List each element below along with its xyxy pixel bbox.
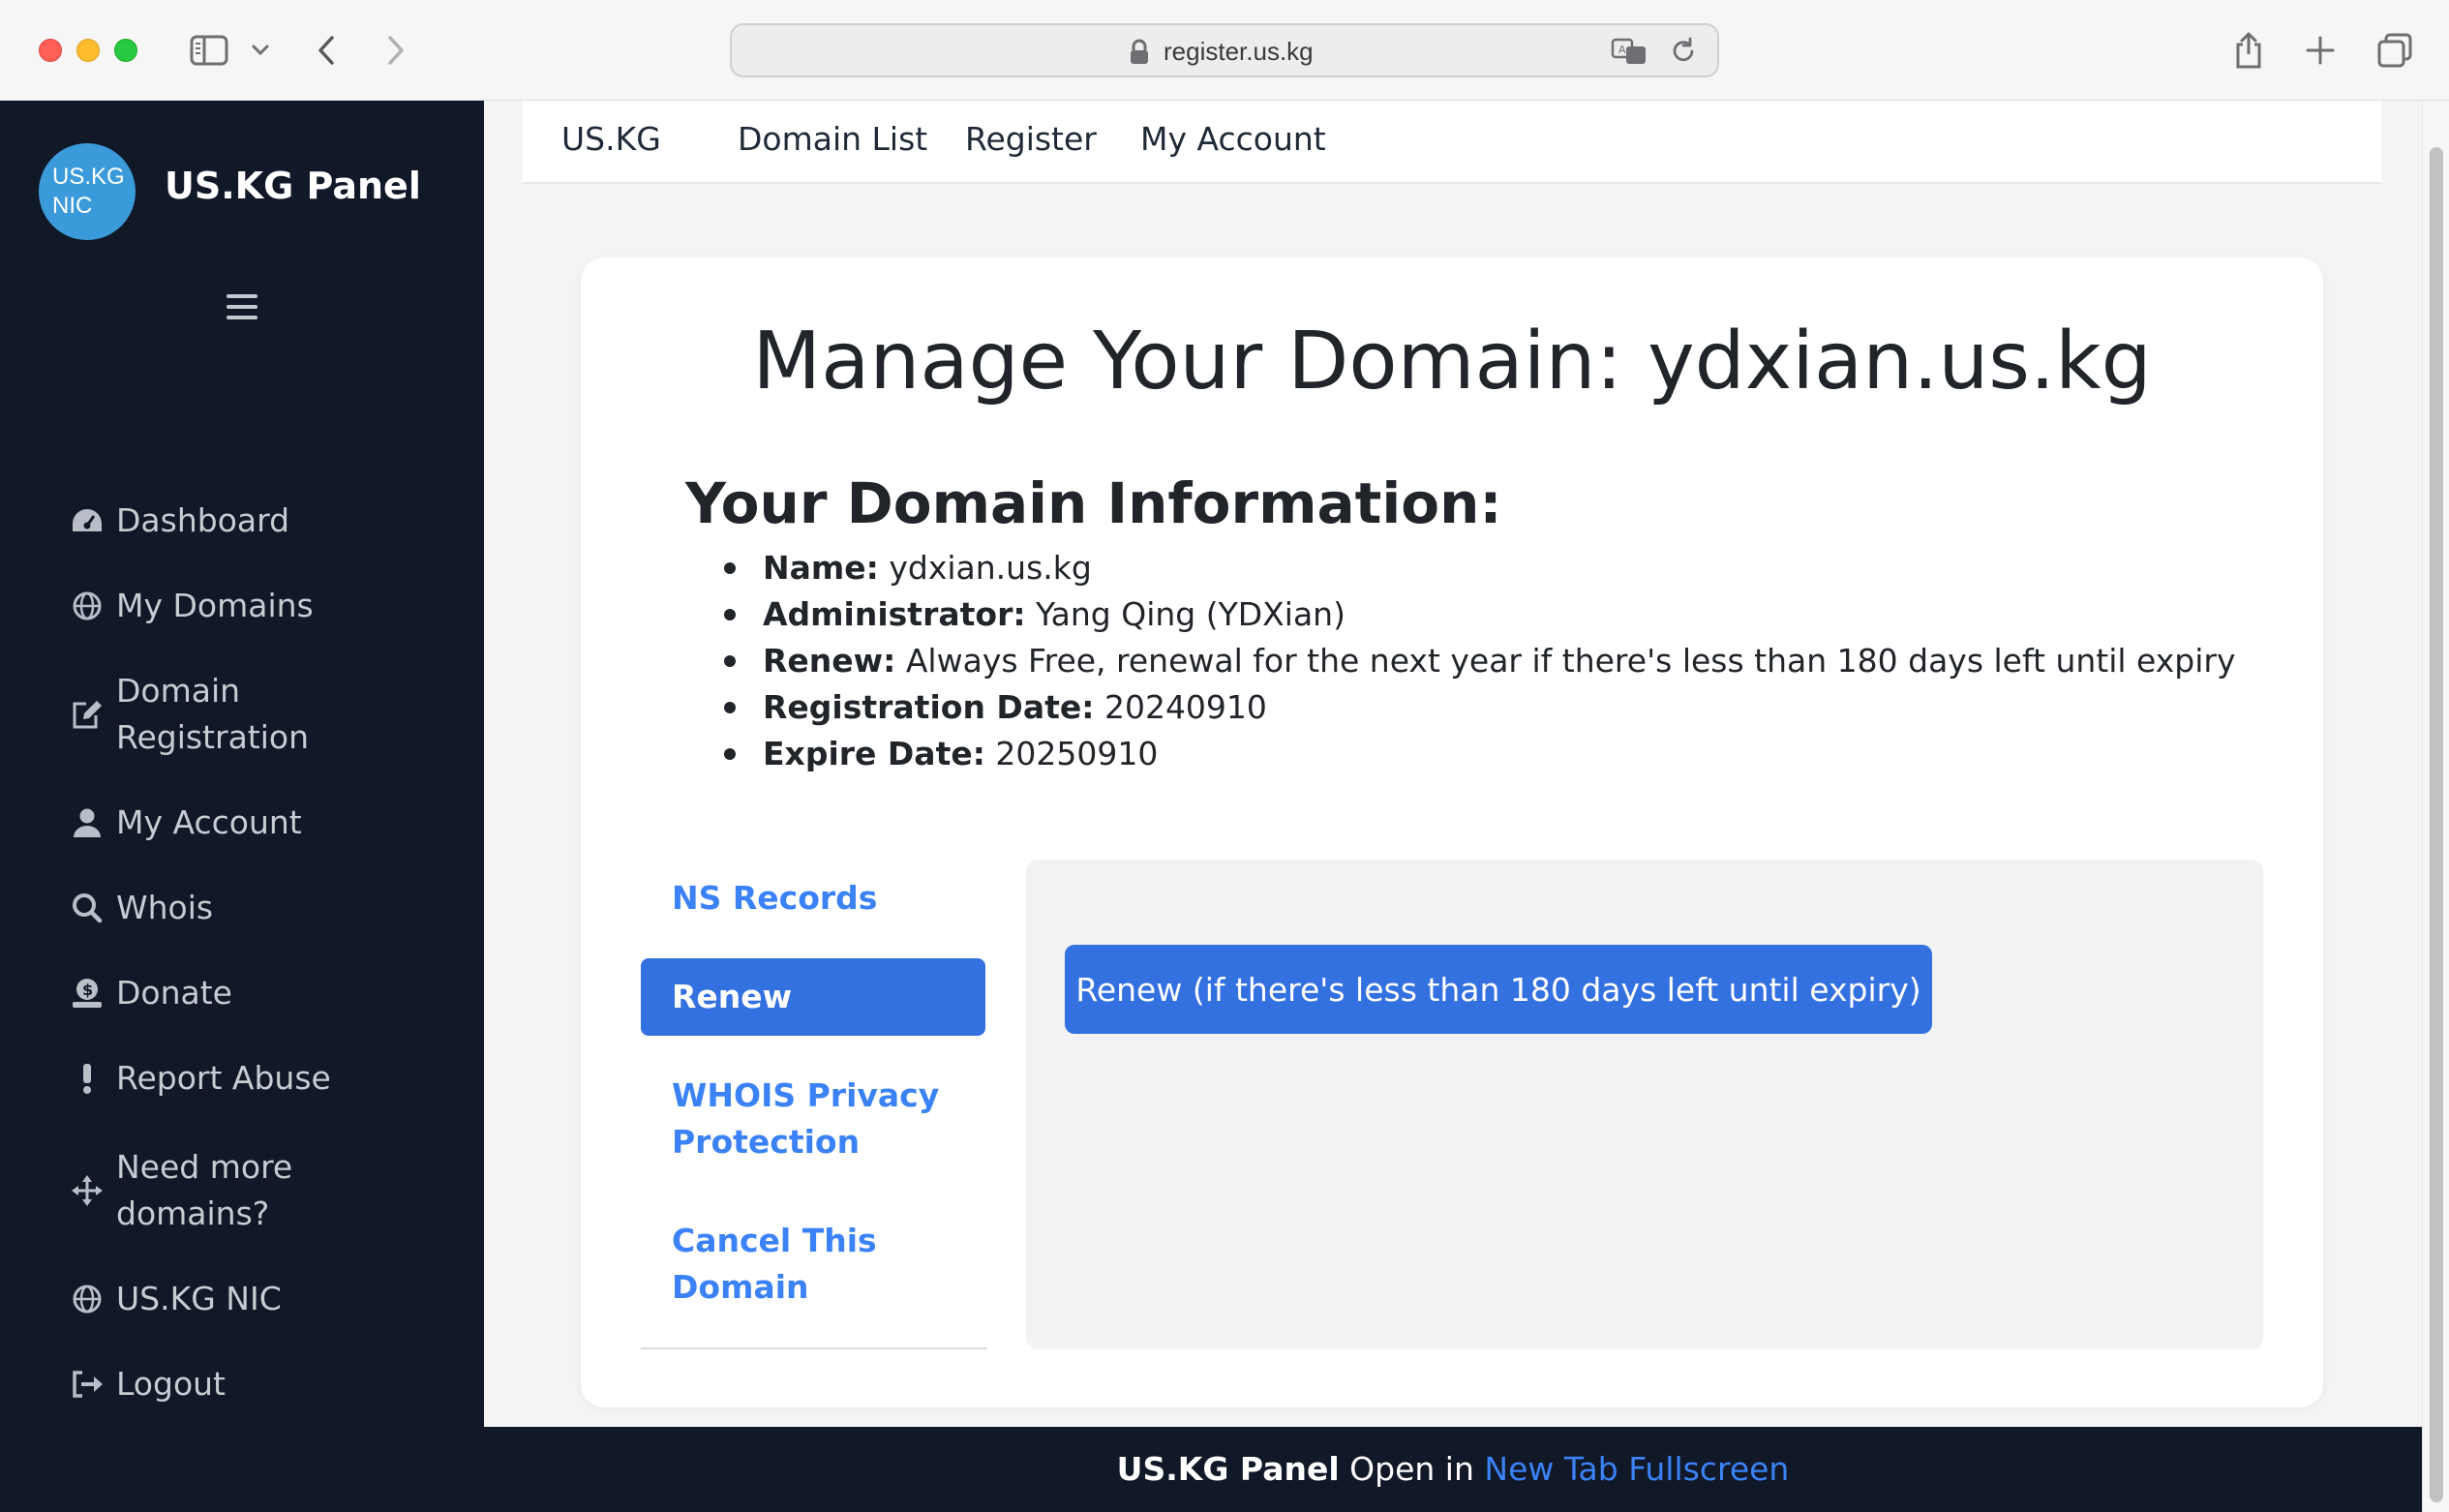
address-bar[interactable]: register.us.kg A [730,23,1719,77]
sidebar-item-label: Dashboard [116,501,290,539]
browser-window: register.us.kg A US.KG NIC US.KG Panel D… [0,0,2449,1512]
sidebar-item-uskg-nic[interactable]: US.KG NIC [68,1276,282,1322]
forward-icon[interactable] [381,27,410,74]
share-icon[interactable] [2232,27,2265,74]
topnav-link-my-account[interactable]: My Account [1140,120,1326,158]
sidebar-item-label: Donate [116,974,232,1012]
chevron-down-icon[interactable] [248,27,273,74]
scrollbar[interactable] [2422,101,2449,1512]
sidebar-item-whois[interactable]: Whois [68,885,213,931]
domain-card: Manage Your Domain: ydxian.us.kg Your Do… [581,257,2323,1407]
open-fullscreen-link[interactable]: New Tab Fullscreen [1484,1450,1789,1488]
reload-icon[interactable] [1669,37,1698,70]
tab-ns-records[interactable]: NS Records [641,860,985,937]
sidebar: US.KG NIC US.KG Panel Dashboard My Domai… [0,101,484,1512]
close-window-button[interactable] [39,39,62,62]
brand-logo[interactable]: US.KG NIC [39,143,136,240]
info-item-administrator: Administrator: Yang Qing (YDXian) [724,591,2273,638]
move-icon [68,1174,106,1207]
sidebar-item-label: US.KG NIC [116,1280,282,1317]
domain-info-heading: Your Domain Information: [685,470,1502,536]
url-text: register.us.kg [1164,37,1314,66]
sidebar-item-label: Whois [116,889,214,926]
renew-button[interactable]: Renew (if there's less than 180 days lef… [1065,945,1932,1034]
top-navbar: US.KG Domain List Register My Account [523,101,2381,184]
lock-icon [1129,39,1150,70]
sidebar-toggle-icon[interactable] [188,27,230,74]
page-title: Manage Your Domain: ydxian.us.kg [752,316,2152,408]
logout-icon [68,1370,106,1399]
globe-icon [68,590,106,621]
minimize-window-button[interactable] [76,39,100,62]
sidebar-item-report-abuse[interactable]: Report Abuse [68,1055,331,1102]
sidebar-item-label: Need more domains? [116,1148,293,1232]
brand-title[interactable]: US.KG Panel [165,165,421,207]
info-item-registration-date: Registration Date: 20240910 [724,684,2273,731]
topnav-link-register[interactable]: Register [965,120,1097,158]
translate-icon[interactable]: A [1611,37,1649,70]
scroll-thumb[interactable] [2430,147,2443,1502]
topnav-link-uskg[interactable]: US.KG [561,120,661,158]
tab-renew[interactable]: Renew [641,958,985,1036]
gauge-icon [68,506,106,535]
sidebar-item-label: Domain Registration [116,672,309,756]
sidebar-item-label: Report Abuse [116,1059,331,1097]
footer-bar: US.KG Panel Open in New Tab Fullscreen [484,1427,2422,1512]
footer-brand: US.KG Panel [1116,1450,1340,1488]
sidebar-item-label: Logout [116,1365,226,1403]
sidebar-item-my-account[interactable]: My Account [68,800,302,846]
exclamation-icon [68,1063,106,1094]
renew-panel: Renew (if there's less than 180 days lef… [1026,860,2263,1349]
svg-text:A: A [1618,44,1626,56]
sidebar-item-donate[interactable]: $ Donate [68,970,232,1016]
main-content: US.KG Domain List Register My Account Ma… [484,101,2422,1427]
sidebar-item-need-more-domains[interactable]: Need more domains? [68,1144,348,1237]
info-item-renew: Renew: Always Free, renewal for the next… [724,638,2273,684]
new-tab-icon[interactable] [2304,27,2337,74]
sidebar-item-logout[interactable]: Logout [68,1361,226,1407]
sidebar-item-label: My Domains [116,587,314,624]
sidebar-item-dashboard[interactable]: Dashboard [68,498,289,544]
info-item-name: Name: ydxian.us.kg [724,545,2273,591]
search-icon [68,892,106,923]
hamburger-menu-icon[interactable] [227,294,257,319]
user-icon [68,807,106,838]
topnav-link-domain-list[interactable]: Domain List [738,120,927,158]
sidebar-item-label: My Account [116,803,302,841]
tab-whois-privacy[interactable]: WHOIS Privacy Protection [641,1057,985,1181]
back-icon[interactable] [312,27,341,74]
tab-overview-icon[interactable] [2375,27,2414,74]
edit-icon [68,699,106,730]
domain-info-list: Name: ydxian.us.kg Administrator: Yang Q… [724,545,2273,777]
maximize-window-button[interactable] [114,39,137,62]
tab-cancel-domain[interactable]: Cancel This Domain [641,1202,985,1326]
domain-tabs: NS Records Renew WHOIS Privacy Protectio… [641,860,987,1349]
browser-toolbar: register.us.kg A [0,0,2449,101]
svg-text:$: $ [82,981,93,999]
donate-icon: $ [68,977,106,1010]
info-item-expire-date: Expire Date: 20250910 [724,731,2273,777]
sidebar-item-domain-registration[interactable]: Domain Registration [68,668,358,761]
sidebar-item-my-domains[interactable]: My Domains [68,583,314,629]
globe-icon [68,1284,106,1315]
footer-open-in: Open in [1349,1450,1474,1488]
